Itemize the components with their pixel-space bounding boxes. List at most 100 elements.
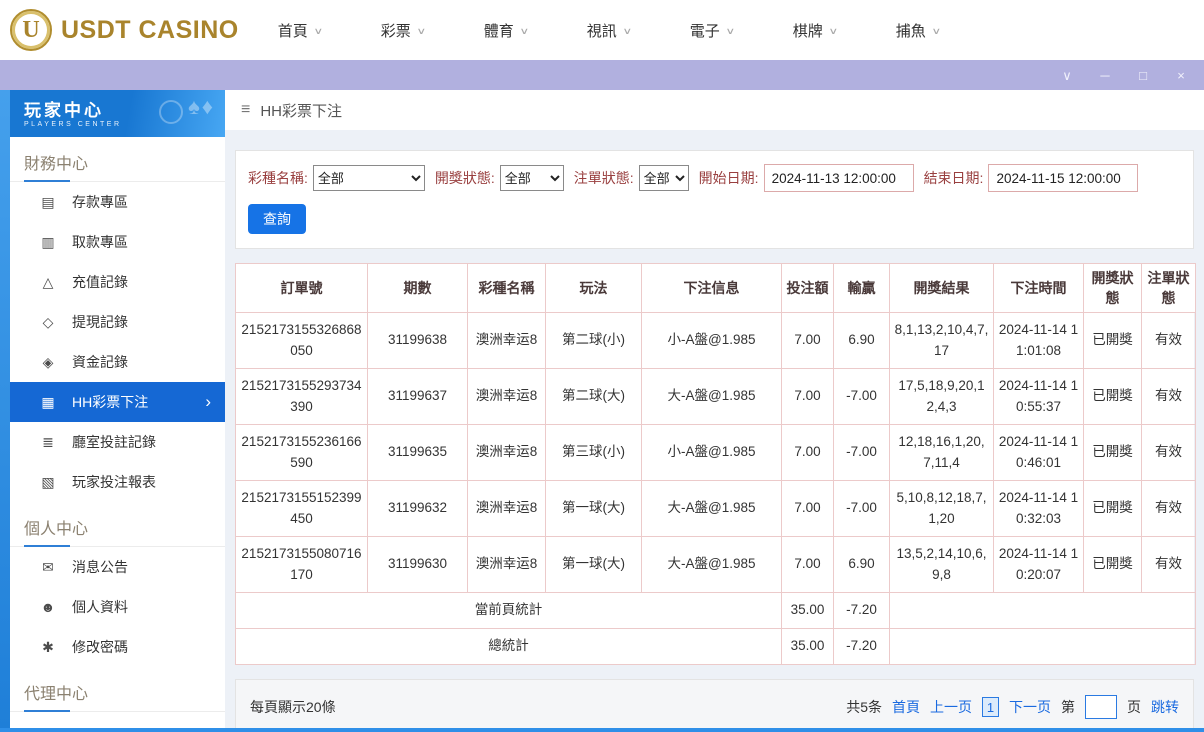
sidebar-item-funds-record[interactable]: ◈ 資金記錄 <box>10 342 225 382</box>
section-title-personal: 個人中心 <box>10 502 225 547</box>
chevron-down-icon: ∨ <box>828 26 838 36</box>
table-cell: 7.00 <box>781 536 834 593</box>
lottery-name-select[interactable]: 全部 <box>312 165 425 191</box>
sidebar-hero: 玩家中心 PLAYERS CENTER ♠♦ <box>10 90 225 137</box>
next-page-link[interactable]: 下一页 <box>1009 697 1051 717</box>
order-status-label: 注單狀態: <box>573 170 634 186</box>
nav-item-live[interactable]: 視訊 ∨ <box>557 20 660 41</box>
table-cell: 澳洲幸运8 <box>467 536 546 593</box>
table-cell: 大-A盤@1.985 <box>641 536 782 593</box>
start-date-label: 開始日期: <box>698 170 759 186</box>
chevron-down-icon: ∨ <box>416 26 426 36</box>
sidebar-item-change-password[interactable]: ✱ 修改密碼 <box>10 627 225 667</box>
password-icon: ✱ <box>42 638 54 655</box>
summary-row: 總統計 35.00 -7.20 <box>235 628 1196 665</box>
table-cell: 2152173155326868050 <box>235 312 368 369</box>
table-row: 2152173155152399450 31199632 澳洲幸运8 第一球(大) 大-… <box>235 480 1196 537</box>
summary-winloss-total: -7.20 <box>833 592 890 629</box>
sidebar-item-withdraw-area[interactable]: ▥ 取款專區 <box>10 222 225 262</box>
column-header: 輸贏 <box>833 263 890 313</box>
column-header: 投注額 <box>781 263 834 313</box>
table-cell: 6.90 <box>833 536 890 593</box>
prev-page-link[interactable]: 上一页 <box>930 697 972 717</box>
sidebar-menu: 財務中心 ▤ 存款專區 ▥ 取款專區 △ 充值記錄 ◇ 提現記錄 ◈ 資金記錄 ▦ HH彩票下注 › ≣ 廳室… <box>10 137 225 712</box>
nav-item-slots[interactable]: 電子 ∨ <box>660 20 763 41</box>
summary-label: 總統計 <box>235 628 782 665</box>
maximize-icon[interactable]: □ <box>1136 69 1150 82</box>
minimize-icon[interactable]: ─ <box>1098 69 1112 82</box>
table-cell: 有效 <box>1141 312 1196 369</box>
main-body: 彩種名稱: 全部 開獎狀態: 全部 注單狀態: 全部 開始日期: 2024-11… <box>225 130 1204 732</box>
sidebar-item-deposit-area[interactable]: ▤ 存款專區 <box>10 182 225 222</box>
room-bets-icon: ≣ <box>42 433 54 450</box>
table-cell: 有效 <box>1141 536 1196 593</box>
bets-table-head-row: 訂單號 期數 彩種名稱 玩法 下注信息 投注額 輸贏 開獎結果 下注時間 開獎狀態 注單狀態 <box>235 263 1196 313</box>
menu-icon[interactable]: ≡ <box>241 101 250 119</box>
table-cell: 有效 <box>1141 424 1196 481</box>
table-cell: 2024-11-14 10:55:37 <box>993 368 1084 425</box>
table-cell: 31199637 <box>367 368 468 425</box>
start-date-input[interactable] <box>763 164 914 192</box>
table-cell: 第一球(大) <box>545 480 642 537</box>
nav-item-sports[interactable]: 體育 ∨ <box>454 20 557 41</box>
content-area: 玩家中心 PLAYERS CENTER ♠♦ 財務中心 ▤ 存款專區 ▥ 取款專區 △ 充值… <box>0 90 1204 732</box>
announcement-icon: ✉ <box>42 558 54 575</box>
end-date-label: 結束日期: <box>923 170 984 186</box>
table-cell: 第二球(大) <box>545 368 642 425</box>
summary-empty-cell <box>889 592 1196 629</box>
bets-table-card: 訂單號 期數 彩種名稱 玩法 下注信息 投注額 輸贏 開獎結果 下注時間 開獎狀態 注單狀態 215… <box>235 263 1196 665</box>
table-cell: 8,1,13,2,10,4,7,17 <box>889 312 994 369</box>
jump-button[interactable]: 跳转 <box>1151 697 1179 717</box>
table-row: 2152173155293734390 31199637 澳洲幸运8 第二球(大) 大-… <box>235 368 1196 425</box>
card-suits-icon: ♠♦ <box>188 94 215 119</box>
sidebar-item-announcements[interactable]: ✉ 消息公告 <box>10 547 225 587</box>
table-cell: 2024-11-14 10:20:07 <box>993 536 1084 593</box>
column-header: 下注時間 <box>993 263 1084 313</box>
sidebar-item-withdrawal-record[interactable]: ◇ 提現記錄 <box>10 302 225 342</box>
sidebar-item-player-bet-report[interactable]: ▧ 玩家投注報表 <box>10 462 225 502</box>
order-status-select[interactable]: 全部 <box>638 165 689 191</box>
jump-prefix-label: 第 <box>1061 699 1075 715</box>
logo-coin-icon: U <box>10 9 52 51</box>
table-cell: 大-A盤@1.985 <box>641 368 782 425</box>
table-cell: 7.00 <box>781 312 834 369</box>
logo-text: USDT CASINO <box>61 15 239 44</box>
table-cell: 已開獎 <box>1083 312 1142 369</box>
current-page-indicator[interactable]: 1 <box>982 697 999 717</box>
end-date-input[interactable] <box>988 164 1139 192</box>
search-button[interactable]: 查詢 <box>248 204 306 234</box>
collapse-icon[interactable]: ∨ <box>1060 69 1074 82</box>
chevron-down-icon: ∨ <box>931 26 941 36</box>
nav-item-chess[interactable]: 棋牌 ∨ <box>763 20 866 41</box>
sidebar: 玩家中心 PLAYERS CENTER ♠♦ 財務中心 ▤ 存款專區 ▥ 取款專區 △ 充值… <box>10 90 225 728</box>
summary-winloss-total: -7.20 <box>833 628 890 665</box>
jump-suffix-label: 页 <box>1127 699 1141 715</box>
main-nav: 首頁 ∨ 彩票 ∨ 體育 ∨ 視訊 ∨ 電子 ∨ 棋牌 ∨ 捕魚 ∨ <box>248 20 969 41</box>
lottery-name-label: 彩種名稱: <box>248 170 308 186</box>
window-controls: ∨ ─ □ × <box>1060 69 1188 82</box>
draw-status-select[interactable]: 全部 <box>499 165 564 191</box>
nav-item-lottery[interactable]: 彩票 ∨ <box>351 20 454 41</box>
table-cell: 17,5,18,9,20,12,4,3 <box>889 368 994 425</box>
nav-item-fishing[interactable]: 捕魚 ∨ <box>866 20 969 41</box>
table-cell: 2024-11-14 10:32:03 <box>993 480 1084 537</box>
close-icon[interactable]: × <box>1174 69 1188 82</box>
column-header: 玩法 <box>545 263 642 313</box>
first-page-link[interactable]: 首頁 <box>892 697 920 717</box>
sidebar-item-hh-lottery-bets[interactable]: ▦ HH彩票下注 › <box>10 382 225 422</box>
pagination-bar: 每頁顯示20條 共5条 首頁 上一页 1 下一页 第 页 跳转 <box>235 679 1194 732</box>
table-cell: 已開獎 <box>1083 424 1142 481</box>
nav-item-home[interactable]: 首頁 ∨ <box>248 20 351 41</box>
table-cell: 已開獎 <box>1083 536 1142 593</box>
table-row: 2152173155326868050 31199638 澳洲幸运8 第二球(小) 小-… <box>235 312 1196 369</box>
sidebar-item-recharge-record[interactable]: △ 充值記錄 <box>10 262 225 302</box>
funds-record-icon: ◈ <box>42 353 54 370</box>
column-header: 彩種名稱 <box>467 263 546 313</box>
chevron-down-icon: ∨ <box>622 26 632 36</box>
pager: 共5条 首頁 上一页 1 下一页 第 页 跳转 <box>846 695 1179 719</box>
column-header: 開獎狀態 <box>1083 263 1142 313</box>
page-jump-input[interactable] <box>1085 695 1117 719</box>
sidebar-item-profile[interactable]: ☻ 個人資料 <box>10 587 225 627</box>
sidebar-item-room-bet-record[interactable]: ≣ 廳室投註記錄 <box>10 422 225 462</box>
main-panel: ≡ HH彩票下注 彩種名稱: 全部 開獎狀態: 全部 注單狀態: 全部 開始日期… <box>225 90 1204 732</box>
